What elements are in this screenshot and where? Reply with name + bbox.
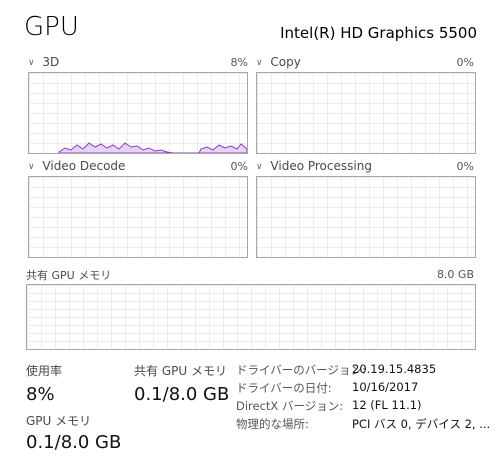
utilization-value: 8% (26, 384, 55, 405)
chevron-down-icon: ∨ (256, 58, 263, 68)
graph-video-decode-label: Video Decode (42, 159, 126, 173)
shared-memory-graph (26, 284, 476, 350)
driver-version-value: 20.19.15.4835 (352, 362, 437, 376)
directx-version-key: DirectX バージョン: (236, 399, 344, 413)
utilization-label: 使用率 (26, 364, 63, 378)
shared-mem-label: 共有 GPU メモリ (134, 364, 227, 378)
graph-3d-percent: 8% (230, 56, 248, 69)
chevron-down-icon: ∨ (28, 162, 35, 172)
physical-location-value: PCI バス 0, デバイス 2, ... (352, 417, 491, 431)
directx-version-value: 12 (FL 11.1) (352, 398, 422, 412)
driver-date-value: 10/16/2017 (352, 380, 419, 394)
graph-copy-label: Copy (270, 55, 301, 69)
graph-3d-label: 3D (42, 55, 60, 69)
graph-copy (256, 72, 476, 154)
graph-3d-header[interactable]: ∨ 3D (28, 55, 59, 69)
gpu-mem-label: GPU メモリ (26, 414, 92, 428)
graph-copy-percent: 0% (456, 56, 474, 69)
graph-copy-header[interactable]: ∨ Copy (256, 55, 301, 69)
shared-mem-value: 0.1/8.0 GB (134, 384, 230, 405)
shared-memory-graph-label: 共有 GPU メモリ (26, 269, 112, 282)
shared-memory-graph-max: 8.0 GB (436, 268, 474, 281)
adapter-name: Intel(R) HD Graphics 5500 (280, 24, 477, 42)
graph-video-processing-label: Video Processing (270, 159, 372, 173)
chevron-down-icon: ∨ (28, 58, 35, 68)
graph-video-decode (28, 176, 248, 258)
page-title: GPU (24, 12, 79, 42)
gpu-mem-value: 0.1/8.0 GB (26, 432, 122, 453)
graph-video-decode-header[interactable]: ∨ Video Decode (28, 159, 125, 173)
driver-version-key: ドライバーのバージョン: (236, 363, 366, 377)
graph-video-processing-header[interactable]: ∨ Video Processing (256, 159, 372, 173)
graph-video-processing (256, 176, 476, 258)
driver-date-key: ドライバーの日付: (236, 381, 332, 395)
physical-location-key: 物理的な場所: (236, 417, 309, 431)
chevron-down-icon: ∨ (256, 162, 263, 172)
graph-3d-plot (58, 142, 247, 153)
graph-video-decode-percent: 0% (230, 160, 248, 173)
graph-3d-area (58, 142, 247, 153)
graph-video-processing-percent: 0% (456, 160, 474, 173)
graph-3d (28, 72, 248, 154)
